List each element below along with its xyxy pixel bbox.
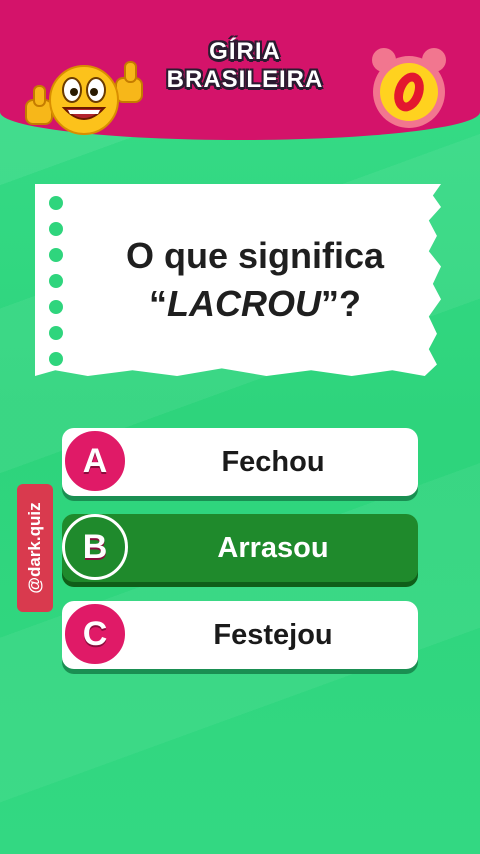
paper-hole xyxy=(49,300,63,314)
thumbs-up-smiley-icon xyxy=(25,61,143,135)
paper-hole xyxy=(49,222,63,236)
question-term-line: “LACROU”? xyxy=(75,280,435,328)
answer-letter-badge: C xyxy=(62,601,128,667)
answer-text: Fechou xyxy=(221,446,325,478)
paper-hole xyxy=(49,196,63,210)
answer-option-b[interactable]: B Arrasou xyxy=(62,514,418,582)
creator-handle: @dark.quiz xyxy=(25,502,44,594)
paper-hole xyxy=(49,326,63,340)
quiz-title-line1: GÍRIA xyxy=(209,38,281,65)
quiz-title: GÍRIA BRASILEIRA xyxy=(150,38,340,94)
answer-text: Arrasou xyxy=(217,532,329,564)
answer-letter-badge: B xyxy=(62,514,128,580)
answer-option-a[interactable]: A Fechou xyxy=(62,428,418,496)
answer-text: Festejou xyxy=(213,619,333,651)
question-term: LACROU xyxy=(167,283,321,324)
open-quote: “ xyxy=(149,283,167,324)
paper-hole xyxy=(49,274,63,288)
creator-handle-tag: @dark.quiz xyxy=(17,484,53,612)
paper-hole xyxy=(49,248,63,262)
question-prefix: O que significa xyxy=(125,235,385,276)
answer-letter-badge: A xyxy=(62,428,128,494)
paper-hole xyxy=(49,352,63,366)
question-card: O que significa “LACROU”? xyxy=(35,184,441,376)
answer-option-c[interactable]: C Festejou xyxy=(62,601,418,669)
alarm-clock-icon: 0 xyxy=(372,48,446,128)
quiz-title-line2: BRASILEIRA xyxy=(166,66,324,93)
question-text: O que significa “LACROU”? xyxy=(75,232,435,328)
close-quote: ”? xyxy=(320,283,361,324)
